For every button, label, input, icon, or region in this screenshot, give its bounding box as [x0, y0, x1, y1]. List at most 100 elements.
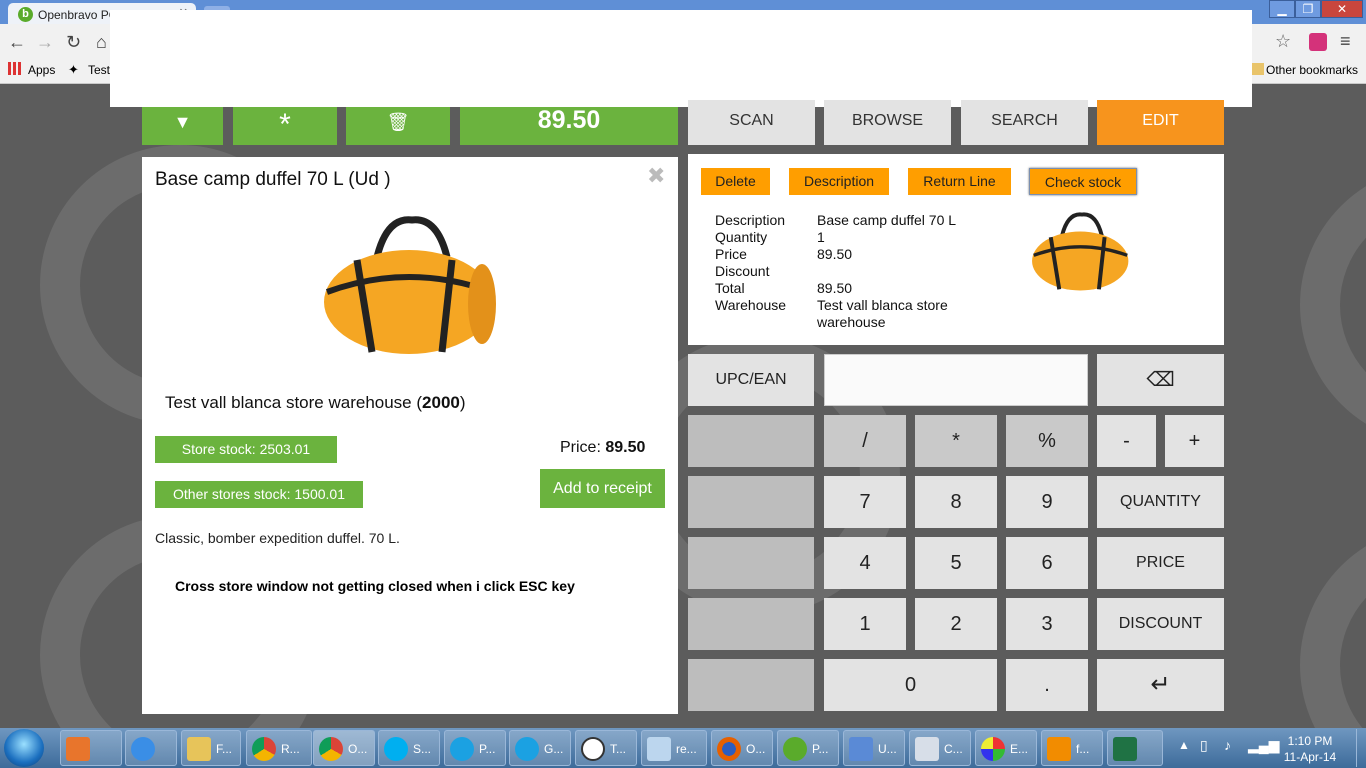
asterisk-button[interactable]: *	[233, 107, 337, 145]
price-value: 89.50	[605, 439, 646, 456]
openbravo-favicon-icon: b	[18, 7, 33, 22]
key-plus[interactable]: +	[1165, 415, 1224, 467]
tray-arrow-icon[interactable]: ▲	[1178, 738, 1190, 752]
chat-icon	[515, 737, 539, 761]
forward-icon[interactable]: →	[36, 32, 54, 53]
check-stock-button[interactable]: Check stock	[1029, 168, 1137, 195]
enter-button[interactable]: ↵	[1097, 659, 1224, 711]
clock-time: 1:10 PM	[1287, 734, 1333, 748]
tray-volume-icon[interactable]: ♪	[1224, 737, 1231, 753]
label-quantity: Quantity	[715, 229, 768, 245]
product-thumbnail	[1032, 212, 1129, 291]
start-button[interactable]	[4, 729, 44, 767]
taskbar-paint[interactable]: E...	[975, 730, 1037, 766]
taskbar-ie[interactable]	[125, 730, 177, 766]
tab-search[interactable]: SEARCH	[961, 100, 1088, 145]
folder-icon	[187, 737, 211, 761]
delete-line-button[interactable]: 🗑	[346, 107, 450, 145]
taskbar-chrome-2[interactable]: O...	[313, 730, 375, 766]
keypad-input[interactable]	[824, 354, 1088, 406]
label-description: Description	[715, 212, 786, 228]
maximize-button[interactable]: ❐	[1295, 0, 1321, 18]
description-button[interactable]: Description	[789, 168, 889, 195]
taskbar-chat-1[interactable]: P...	[444, 730, 506, 766]
tab-scan[interactable]: SCAN	[688, 100, 815, 145]
taskbar-firefox[interactable]: O...	[711, 730, 773, 766]
taskbar-chat-2[interactable]: G...	[509, 730, 571, 766]
taskbar-chrome-1[interactable]: R...	[246, 730, 312, 766]
bookmark-star-icon[interactable]: ☆	[1275, 31, 1291, 52]
key-multiply[interactable]: *	[915, 415, 997, 467]
store-stock-button[interactable]: Store stock: 2503.01	[155, 436, 337, 463]
update-icon	[849, 737, 873, 761]
taskbar-clock-app[interactable]: T...	[575, 730, 637, 766]
key-0[interactable]: 0	[824, 659, 997, 711]
backspace-button[interactable]: ⌫	[1097, 354, 1224, 406]
back-icon[interactable]: ←	[8, 32, 26, 53]
key-decimal[interactable]: .	[1006, 659, 1088, 711]
taskbar-media-player[interactable]	[60, 730, 122, 766]
key-5[interactable]: 5	[915, 537, 997, 589]
key-divide[interactable]: /	[824, 415, 906, 467]
enter-icon: ↵	[1150, 671, 1171, 698]
folder-icon	[1250, 63, 1264, 75]
skype-icon	[384, 737, 408, 761]
label-discount: Discount	[715, 263, 770, 279]
value-quantity: 1	[817, 229, 825, 245]
upc-ean-button[interactable]: UPC/EAN	[688, 354, 814, 406]
asterisk-icon: *	[279, 108, 291, 141]
taskbar-skype[interactable]: S...	[378, 730, 440, 766]
product-stock-panel: Base camp duffel 70 L (Ud ) ✖ Test vall …	[142, 157, 678, 714]
key-minus[interactable]: -	[1097, 415, 1156, 467]
key-1[interactable]: 1	[824, 598, 906, 650]
paint-icon	[981, 737, 1005, 761]
value-total: 89.50	[817, 280, 853, 296]
taskbar-calculator[interactable]: C...	[909, 730, 971, 766]
close-icon[interactable]: ✖	[647, 163, 665, 189]
tray-network-icon[interactable]: ▯	[1200, 737, 1208, 754]
discount-button[interactable]: DISCOUNT	[1097, 598, 1224, 650]
key-4[interactable]: 4	[824, 537, 906, 589]
key-9[interactable]: 9	[1006, 476, 1088, 528]
other-stores-stock-button[interactable]: Other stores stock: 1500.01	[155, 481, 363, 508]
minimize-button[interactable]: ▁	[1269, 0, 1295, 18]
taskbar-editor[interactable]: re...	[641, 730, 707, 766]
home-icon[interactable]: ⌂	[96, 32, 107, 53]
dropdown-button[interactable]: ▼	[142, 107, 223, 145]
taskbar-update[interactable]: U...	[843, 730, 905, 766]
key-8[interactable]: 8	[915, 476, 997, 528]
extension-icon[interactable]	[1309, 33, 1327, 51]
bookmark-apps[interactable]: Apps	[28, 63, 55, 77]
key-percent[interactable]: %	[1006, 415, 1088, 467]
add-to-receipt-button[interactable]: Add to receipt	[540, 469, 665, 508]
tab-browse[interactable]: BROWSE	[824, 100, 951, 145]
delete-button[interactable]: Delete	[701, 168, 770, 195]
media-player-icon	[66, 737, 90, 761]
other-bookmarks[interactable]: Other bookmarks	[1266, 63, 1358, 77]
taskbar-explorer[interactable]: F...	[181, 730, 241, 766]
key-6[interactable]: 6	[1006, 537, 1088, 589]
chrome-icon	[319, 737, 343, 761]
key-2[interactable]: 2	[915, 598, 997, 650]
value-description: Base camp duffel 70 L	[817, 212, 957, 228]
backspace-icon: ⌫	[1146, 369, 1175, 391]
quantity-button[interactable]: QUANTITY	[1097, 476, 1224, 528]
key-7[interactable]: 7	[824, 476, 906, 528]
menu-icon[interactable]: ≡	[1340, 31, 1351, 52]
taskbar-vlc[interactable]: f...	[1041, 730, 1103, 766]
product-title: Base camp duffel 70 L (Ud )	[155, 169, 391, 190]
tab-edit[interactable]: EDIT	[1097, 100, 1224, 145]
receipt-total[interactable]: 89.50	[460, 107, 678, 145]
bookmark-test[interactable]: Test	[88, 63, 110, 77]
system-clock[interactable]: 1:10 PM 11-Apr-14	[1270, 733, 1350, 765]
taskbar-excel[interactable]	[1107, 730, 1163, 766]
show-desktop-button[interactable]	[1356, 729, 1366, 767]
return-line-button[interactable]: Return Line	[908, 168, 1011, 195]
key-3[interactable]: 3	[1006, 598, 1088, 650]
blank-key-4	[688, 598, 814, 650]
close-window-button[interactable]: ✕	[1321, 0, 1363, 18]
price-button[interactable]: PRICE	[1097, 537, 1224, 589]
openbravo-icon	[783, 737, 807, 761]
taskbar-openbravo[interactable]: P...	[777, 730, 839, 766]
reload-icon[interactable]: ↻	[66, 32, 81, 53]
